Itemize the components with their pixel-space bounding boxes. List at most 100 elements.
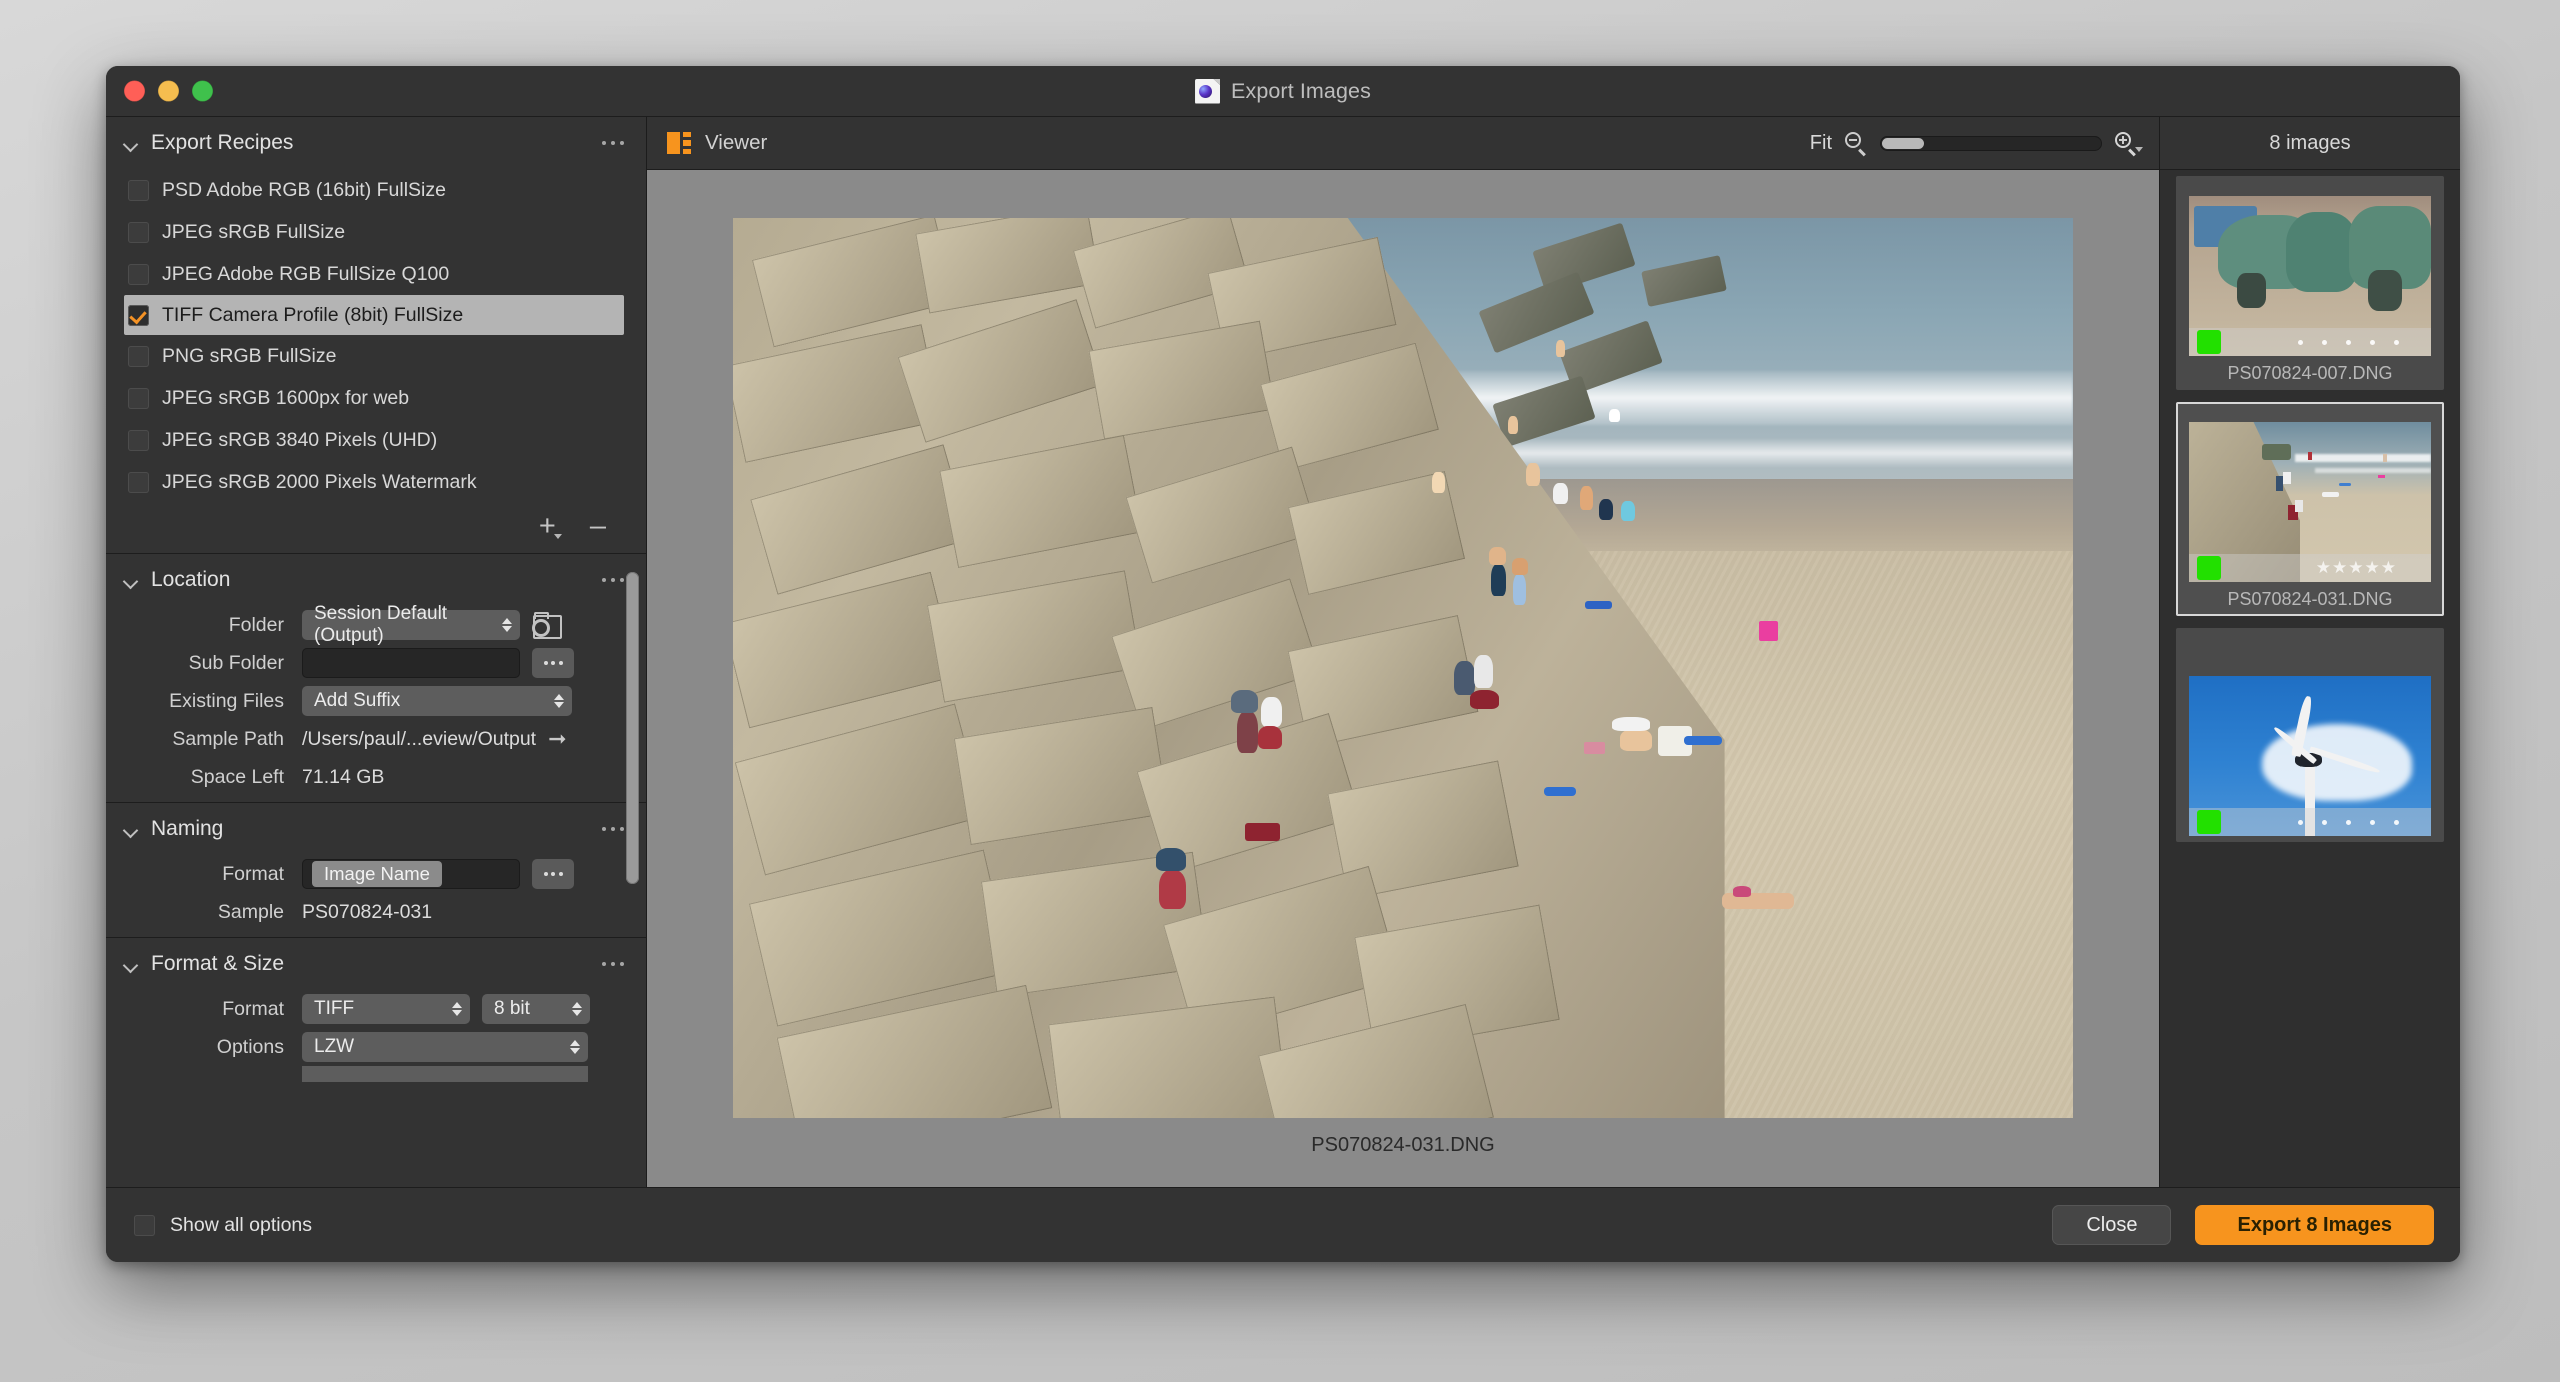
sub-folder-input[interactable] [302, 648, 520, 678]
window-body: Export Recipes PSD Adobe RGB (16bit) Ful… [106, 117, 2460, 1187]
recipe-row[interactable]: PSD Adobe RGB (16bit) FullSize [106, 169, 646, 211]
preview-image[interactable] [733, 218, 2073, 1118]
sub-folder-browse-button[interactable] [532, 648, 574, 678]
sidebar-scrollbar[interactable] [626, 572, 639, 884]
existing-files-label: Existing Files [169, 689, 284, 712]
bit-depth-value: 8 bit [494, 998, 530, 1019]
sample-path-label: Sample Path [172, 727, 284, 750]
recipe-row[interactable]: JPEG Adobe RGB FullSize Q100 [106, 253, 646, 295]
recipe-checkbox[interactable] [128, 345, 149, 367]
sub-folder-row: Sub Folder [106, 644, 646, 682]
recipe-row[interactable]: JPEG sRGB 1600px for web [106, 377, 646, 419]
thumbnail-panel-header: 8 images [2160, 117, 2460, 170]
export-recipes-title: Export Recipes [151, 131, 294, 154]
recipe-checkbox[interactable] [128, 179, 149, 201]
show-all-options-row[interactable]: Show all options [134, 1214, 312, 1237]
recipe-row[interactable]: PNG sRGB FullSize [106, 335, 646, 377]
naming-format-token[interactable]: Image Name [312, 861, 442, 887]
viewer-pane: Viewer Fit PS070824-031.DNG [647, 117, 2159, 1187]
naming-format-more-button[interactable] [532, 859, 574, 889]
remove-recipe-button[interactable]: – [590, 511, 606, 541]
ellipsis-icon[interactable] [601, 140, 624, 146]
ellipsis-icon[interactable] [601, 577, 624, 583]
document-orb-icon [1195, 78, 1221, 104]
folder-settings-icon[interactable] [532, 612, 562, 639]
show-all-options-checkbox[interactable] [134, 1214, 155, 1236]
magnifier-plus-icon[interactable] [2115, 132, 2143, 157]
recipe-checkbox-checked[interactable] [128, 304, 149, 326]
file-format-select[interactable]: TIFF [302, 994, 470, 1024]
naming-format-input[interactable]: Image Name [302, 859, 520, 889]
rating-dots-icon [2298, 819, 2423, 825]
thumbnail-item[interactable]: PS070824-007.DNG [2176, 176, 2444, 390]
folder-row: Folder Session Default (Output) [106, 603, 646, 646]
recipe-row[interactable]: JPEG sRGB FullSize [106, 211, 646, 253]
location-panel: Location Folder Session Default (Output) [106, 554, 646, 802]
recipe-label: JPEG sRGB 1600px for web [162, 386, 410, 409]
naming-header[interactable]: Naming [106, 803, 646, 855]
existing-files-value: Add Suffix [314, 690, 401, 711]
window-footer: Show all options Close Export 8 Images [106, 1187, 2460, 1262]
zoom-fit-label[interactable]: Fit [1810, 132, 1832, 155]
recipe-label: JPEG sRGB 3840 Pixels (UHD) [162, 428, 438, 451]
options-label: Options [216, 1035, 284, 1058]
thumbnail-filename: PS070824-031.DNG [2227, 589, 2393, 609]
chevron-updown-icon [562, 1040, 580, 1054]
naming-sample-value: PS070824-031 [302, 900, 433, 923]
zoom-slider-knob[interactable] [1882, 137, 1924, 149]
arrow-right-icon[interactable]: ➞ [548, 728, 566, 750]
chevron-down-icon[interactable] [124, 822, 138, 836]
maximize-window-button[interactable] [192, 80, 213, 102]
recipe-checkbox[interactable] [128, 471, 149, 493]
recipe-checkbox[interactable] [128, 263, 149, 285]
recipe-row[interactable]: JPEG sRGB 3840 Pixels (UHD) [106, 419, 646, 461]
folder-value: Session Default (Output) [314, 603, 448, 646]
format-size-header[interactable]: Format & Size [106, 938, 646, 990]
color-badge [2197, 556, 2221, 580]
naming-panel: Naming Format Image Name Sample PS070824… [106, 803, 646, 937]
recipe-label: TIFF Camera Profile (8bit) FullSize [162, 303, 464, 326]
preview-caption: PS070824-031.DNG [1311, 1134, 1495, 1156]
recipe-checkbox[interactable] [128, 429, 149, 451]
options-select[interactable]: LZW [302, 1032, 588, 1062]
ellipsis-icon[interactable] [601, 826, 624, 832]
color-badge [2197, 330, 2221, 354]
recipe-row[interactable]: JPEG sRGB 2000 Pixels Watermark [106, 461, 646, 503]
clipped-select[interactable] [302, 1066, 588, 1082]
thumbnail-item-selected[interactable]: ★★★★★ PS070824-031.DNG [2176, 402, 2444, 616]
window-titlebar[interactable]: Export Images [106, 66, 2460, 117]
location-header[interactable]: Location [106, 554, 646, 606]
recipe-checkbox[interactable] [128, 221, 149, 243]
viewer-canvas[interactable]: PS070824-031.DNG [647, 170, 2159, 1187]
viewer-toolbar: Viewer Fit [647, 117, 2159, 170]
zoom-slider[interactable] [1880, 135, 2102, 151]
thumbnail-item[interactable] [2176, 628, 2444, 842]
chevron-down-icon[interactable] [124, 136, 138, 150]
add-recipe-button[interactable]: + [539, 511, 562, 541]
magnifier-minus-icon[interactable] [1845, 132, 1867, 157]
star-rating-icon[interactable]: ★★★★★ [2316, 558, 2423, 578]
chevron-down-icon[interactable] [124, 957, 138, 971]
thumbnail-overlay-bar [2189, 328, 2431, 356]
chevron-updown-icon [564, 1002, 582, 1016]
recipe-label: PSD Adobe RGB (16bit) FullSize [162, 178, 446, 201]
thumbnail-image [2189, 196, 2431, 356]
existing-files-select[interactable]: Add Suffix [302, 686, 572, 716]
naming-title: Naming [151, 817, 224, 840]
chevron-down-icon[interactable] [124, 573, 138, 587]
minimize-window-button[interactable] [158, 80, 179, 102]
thumbnail-image [2189, 676, 2431, 836]
ellipsis-icon[interactable] [601, 961, 624, 967]
folder-select[interactable]: Session Default (Output) [302, 603, 520, 646]
recipe-checkbox[interactable] [128, 387, 149, 409]
thumbnail-list[interactable]: PS070824-007.DNG ★★★★★ PS070824-031.DNG [2160, 170, 2460, 1187]
chevron-updown-icon [546, 694, 564, 708]
bit-depth-select[interactable]: 8 bit [482, 994, 590, 1024]
export-recipes-header[interactable]: Export Recipes [106, 117, 646, 169]
sidebar-scroll-area: Location Folder Session Default (Output) [106, 554, 646, 1187]
close-window-button[interactable] [124, 80, 145, 102]
export-images-button[interactable]: Export 8 Images [2195, 1205, 2434, 1245]
close-button[interactable]: Close [2052, 1205, 2172, 1245]
window-title: Export Images [1231, 78, 1371, 103]
recipe-row-selected[interactable]: TIFF Camera Profile (8bit) FullSize [124, 295, 624, 335]
